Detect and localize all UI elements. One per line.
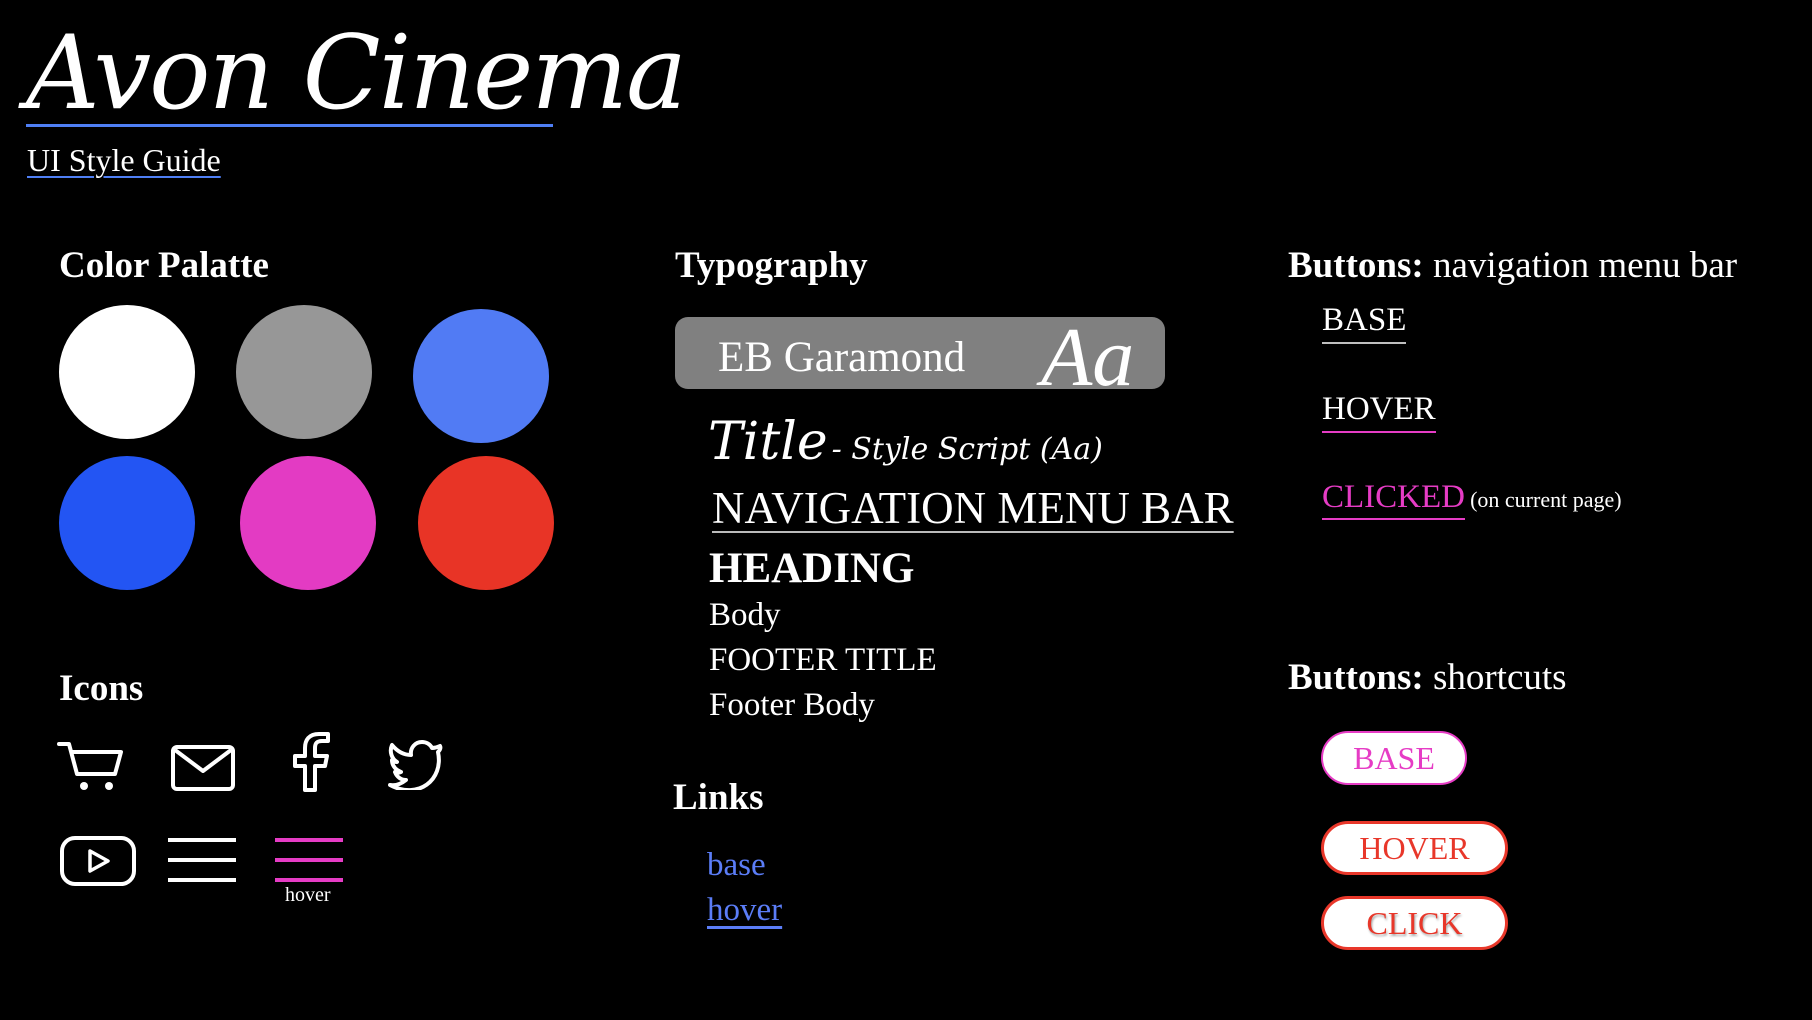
nav-buttons-title-bold: Buttons: bbox=[1288, 245, 1424, 286]
type-title-note: - Style Script (Aa) bbox=[831, 432, 1103, 467]
shortcut-buttons-title-rest: shortcuts bbox=[1432, 657, 1567, 698]
type-heading-sample: HEADING bbox=[709, 545, 915, 592]
swatch-white bbox=[59, 305, 195, 439]
brand-underline bbox=[26, 124, 553, 127]
font-card: EB Garamond Aa bbox=[675, 311, 1165, 404]
brand-title: Avon Cinema bbox=[26, 14, 687, 133]
nav-button-hover[interactable]: HOVER bbox=[1322, 391, 1436, 433]
type-title-row: Title - Style Script (Aa) bbox=[708, 412, 1103, 472]
shortcut-buttons-title: Buttons: shortcuts bbox=[1288, 656, 1567, 699]
twitter-icon[interactable] bbox=[388, 738, 444, 790]
nav-button-clicked-row: CLICKED (on current page) bbox=[1322, 479, 1622, 520]
link-hover[interactable]: hover bbox=[707, 892, 782, 929]
nav-button-base[interactable]: BASE bbox=[1322, 302, 1407, 344]
youtube-icon[interactable] bbox=[60, 836, 136, 886]
cart-icon[interactable] bbox=[57, 740, 127, 792]
nav-buttons-title: Buttons: navigation menu bar bbox=[1288, 244, 1737, 287]
swatch-blue bbox=[59, 456, 195, 590]
menu-hover-caption: hover bbox=[285, 884, 331, 906]
page-subtitle: UI Style Guide bbox=[27, 142, 221, 178]
type-body-sample: Body bbox=[709, 597, 781, 633]
shortcut-button-base[interactable]: BASE bbox=[1321, 731, 1467, 785]
nav-button-clicked-note: (on current page) bbox=[1470, 487, 1622, 512]
icons-title: Icons bbox=[59, 668, 144, 709]
shortcut-button-hover[interactable]: HOVER bbox=[1321, 821, 1508, 875]
nav-button-clicked[interactable]: CLICKED bbox=[1322, 479, 1465, 520]
swatch-red bbox=[418, 456, 554, 590]
font-name: EB Garamond bbox=[718, 334, 966, 381]
type-title-sample: Title bbox=[708, 412, 828, 472]
menu-hover-icon[interactable] bbox=[273, 836, 345, 884]
color-palette-title: Color Palatte bbox=[59, 245, 269, 286]
menu-icon[interactable] bbox=[166, 836, 238, 884]
type-nav-sample: NAVIGATION MENU BAR bbox=[712, 483, 1234, 533]
facebook-icon[interactable] bbox=[285, 732, 333, 792]
nav-buttons-title-rest: navigation menu bar bbox=[1432, 245, 1738, 286]
swatch-magenta bbox=[240, 456, 376, 590]
links-title: Links bbox=[673, 777, 764, 818]
type-footer-body-sample: Footer Body bbox=[709, 687, 875, 723]
typography-title: Typography bbox=[675, 245, 868, 286]
mail-icon[interactable] bbox=[171, 745, 235, 791]
type-footer-title-sample: FOOTER TITLE bbox=[709, 642, 937, 678]
shortcut-button-click[interactable]: CLICK bbox=[1321, 896, 1508, 950]
shortcut-buttons-title-bold: Buttons: bbox=[1288, 657, 1424, 698]
font-sample: Aa bbox=[1041, 311, 1135, 404]
swatch-light-blue bbox=[413, 309, 549, 443]
swatch-gray bbox=[236, 305, 372, 439]
link-base[interactable]: base bbox=[707, 847, 766, 884]
